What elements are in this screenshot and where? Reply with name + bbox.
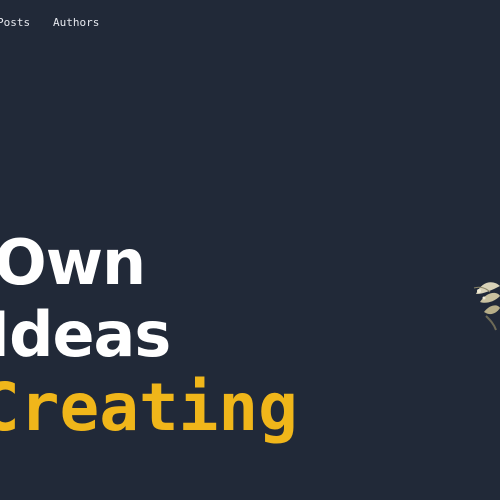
top-nav: Posts Authors (0, 0, 500, 48)
nav-link-authors[interactable]: Authors (53, 16, 99, 30)
hero-heading: Own Ideas Creating (0, 228, 360, 458)
plant-sprig-icon (470, 276, 500, 334)
hero-line-2: Ideas (0, 298, 171, 371)
hero-line-1: Own (0, 228, 146, 299)
hero-line-3-accent: Creating (0, 369, 298, 446)
nav-link-posts[interactable]: Posts (0, 16, 30, 30)
